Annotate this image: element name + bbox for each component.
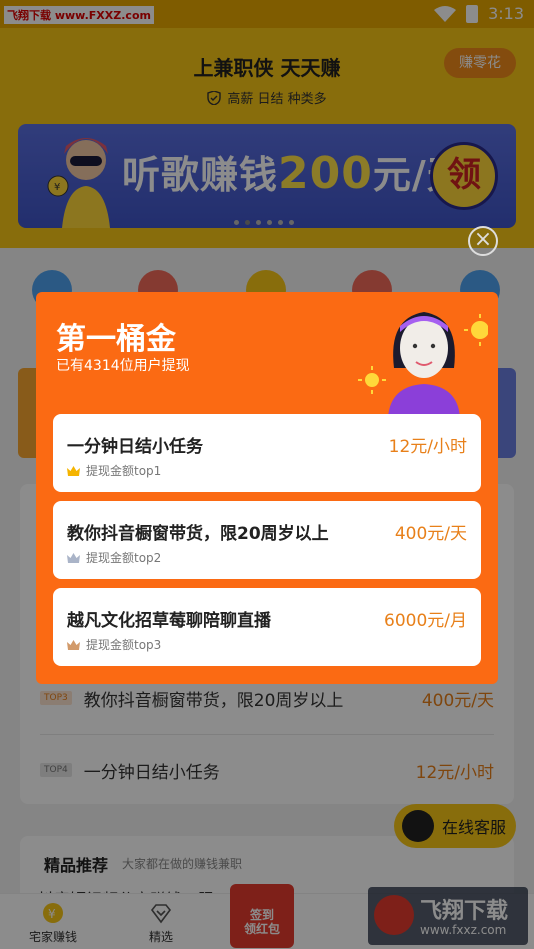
task-title: 一分钟日结小任务 — [67, 437, 203, 457]
task-rank-label: 提现金额top3 — [86, 638, 162, 652]
task-title: 越凡文化招草莓聊陪聊直播 — [67, 611, 271, 631]
task-card[interactable]: 一分钟日结小任务 12元/小时 提现金额top1 — [53, 414, 481, 492]
modal-title: 第一桶金 — [56, 322, 176, 357]
task-price: 400元/天 — [394, 524, 467, 544]
task-rank: 提现金额top3 — [67, 636, 161, 653]
task-rank: 提现金额top2 — [67, 549, 161, 566]
first-gold-modal: 第一桶金 已有4314位用户提现 一分钟日结小任务 12元/小时 提现金额top… — [36, 292, 498, 684]
task-card[interactable]: 越凡文化招草莓聊陪聊直播 6000元/月 提现金额top3 — [53, 588, 481, 666]
task-price: 6000元/月 — [384, 611, 467, 631]
crown-icon — [67, 552, 80, 563]
task-rank-label: 提现金额top1 — [86, 464, 162, 478]
task-price: 12元/小时 — [388, 437, 467, 457]
close-modal-button[interactable]: × — [468, 226, 498, 256]
face-mask-girl-illustration — [358, 312, 488, 418]
modal-subtitle: 已有4314位用户提现 — [56, 358, 190, 374]
crown-icon — [67, 465, 80, 476]
task-rank-label: 提现金额top2 — [86, 551, 162, 565]
task-title: 教你抖音橱窗带货，限20周岁以上 — [67, 524, 329, 544]
task-card[interactable]: 教你抖音橱窗带货，限20周岁以上 400元/天 提现金额top2 — [53, 501, 481, 579]
task-rank: 提现金额top1 — [67, 462, 161, 479]
crown-icon — [67, 639, 80, 650]
